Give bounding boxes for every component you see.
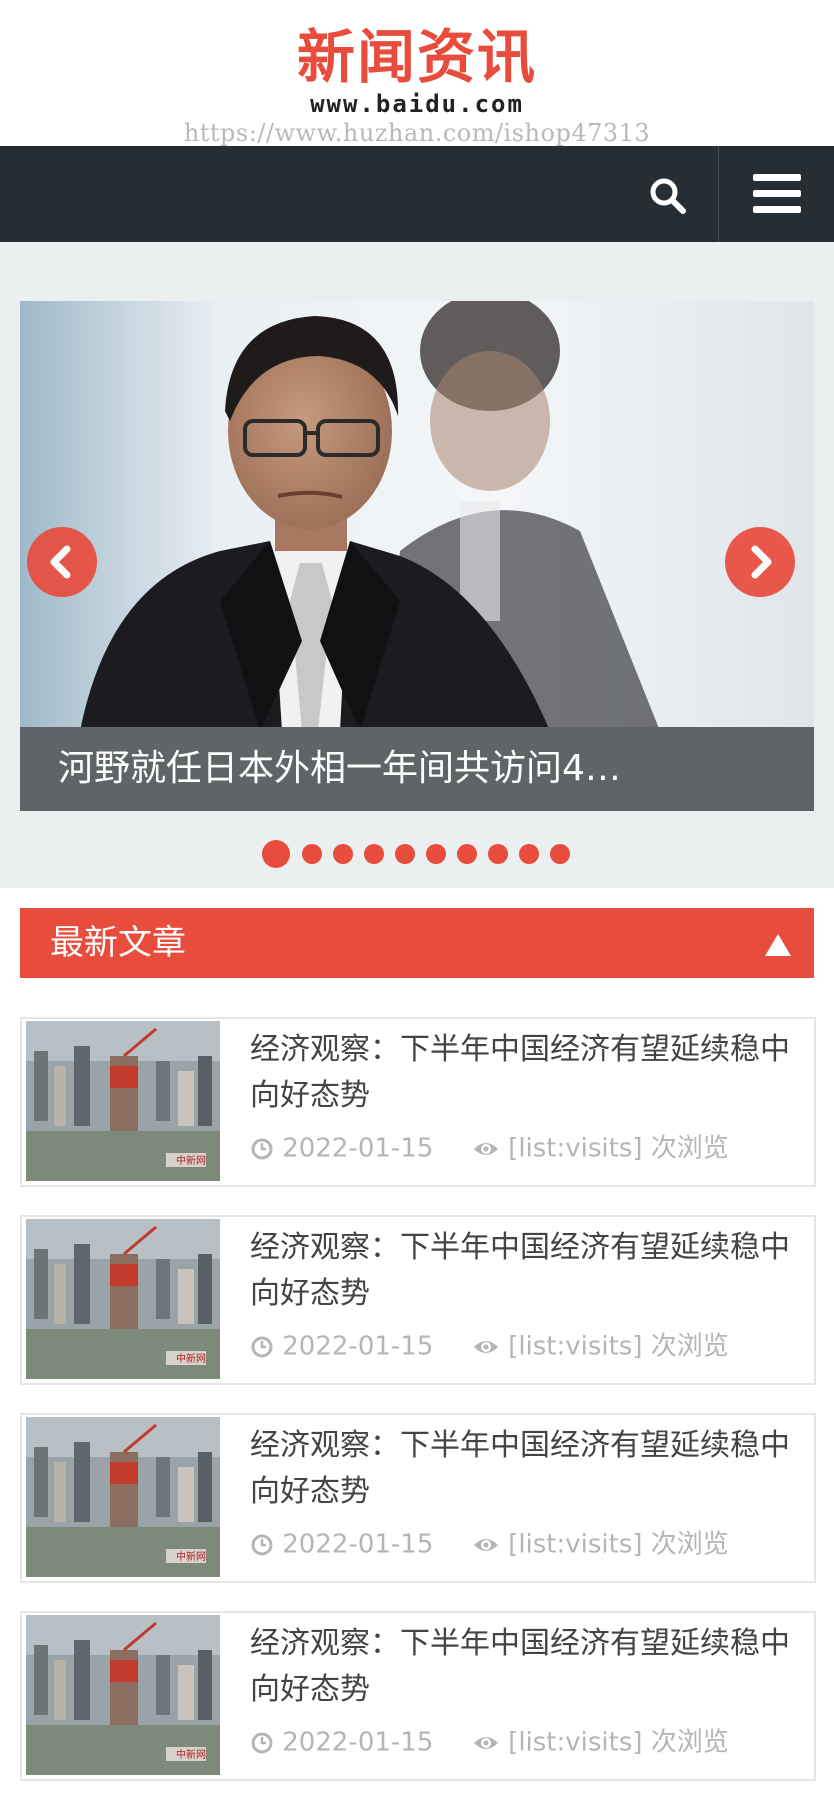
eye-icon bbox=[473, 1142, 498, 1155]
article-meta: 2022-01-15 [list:visits] 次浏览 bbox=[250, 1725, 729, 1760]
eye-icon bbox=[473, 1736, 498, 1749]
article-item[interactable]: 中新网 经济观察：下半年中国经济有望延续稳中向好态势 2022-01-15 [l… bbox=[20, 1215, 816, 1385]
article-meta: 2022-01-15 [list:visits] 次浏览 bbox=[250, 1329, 729, 1364]
site-logo-domain: www.baidu.com bbox=[310, 90, 524, 118]
clock-icon bbox=[251, 1534, 273, 1555]
article-title[interactable]: 经济观察：下半年中国经济有望延续稳中向好态势 bbox=[250, 1225, 790, 1317]
search-icon bbox=[650, 178, 686, 214]
clock-icon bbox=[251, 1138, 273, 1159]
article-title[interactable]: 经济观察：下半年中国经济有望延续稳中向好态势 bbox=[250, 1423, 790, 1515]
eye-icon bbox=[473, 1340, 498, 1353]
watermark-url: https://www.huzhan.com/ishop47313 bbox=[183, 119, 651, 147]
slide-photo bbox=[20, 301, 814, 731]
carousel-dot[interactable] bbox=[550, 844, 570, 864]
carousel-dot[interactable] bbox=[364, 844, 384, 864]
section-title: 最新文章 bbox=[50, 923, 186, 963]
article-visits: [list:visits] 次浏览 bbox=[508, 1529, 729, 1560]
svg-text:中新网: 中新网 bbox=[176, 1748, 206, 1761]
carousel-prev-button[interactable] bbox=[27, 527, 97, 597]
carousel-dot[interactable] bbox=[395, 844, 415, 864]
article-meta: 2022-01-15 [list:visits] 次浏览 bbox=[250, 1527, 729, 1562]
svg-text:中新网: 中新网 bbox=[176, 1154, 206, 1167]
carousel-next-button[interactable] bbox=[725, 527, 795, 597]
carousel-slide[interactable]: 河野就任日本外相一年间共访问4… bbox=[20, 301, 814, 811]
article-title[interactable]: 经济观察：下半年中国经济有望延续稳中向好态势 bbox=[250, 1621, 790, 1713]
article-thumbnail: 中新网 bbox=[26, 1021, 220, 1181]
carousel-dot[interactable] bbox=[302, 844, 322, 864]
slide-caption[interactable]: 河野就任日本外相一年间共访问4… bbox=[58, 747, 778, 791]
carousel-dot[interactable] bbox=[488, 844, 508, 864]
carousel-dot[interactable] bbox=[519, 844, 539, 864]
article-date: 2022-01-15 bbox=[282, 1331, 434, 1362]
chevron-right-icon bbox=[751, 545, 772, 579]
article-item[interactable]: 中新网 经济观察：下半年中国经济有望延续稳中向好态势 2022-01-15 [l… bbox=[20, 1413, 816, 1583]
search-button[interactable] bbox=[616, 146, 718, 242]
carousel-dot[interactable] bbox=[426, 844, 446, 864]
article-item[interactable]: 中新网 经济观察：下半年中国经济有望延续稳中向好态势 2022-01-15 [l… bbox=[20, 1017, 816, 1187]
top-navbar bbox=[0, 146, 834, 242]
article-meta: 2022-01-15 [list:visits] 次浏览 bbox=[250, 1131, 729, 1166]
article-title[interactable]: 经济观察：下半年中国经济有望延续稳中向好态势 bbox=[250, 1027, 790, 1119]
carousel-dot[interactable] bbox=[262, 840, 290, 868]
chevron-left-icon bbox=[50, 545, 71, 579]
article-date: 2022-01-15 bbox=[282, 1529, 434, 1560]
article-thumbnail: 中新网 bbox=[26, 1417, 220, 1577]
triangle-up-icon bbox=[765, 934, 791, 956]
collapse-toggle-button[interactable] bbox=[758, 928, 798, 960]
article-date: 2022-01-15 bbox=[282, 1727, 434, 1758]
clock-icon bbox=[251, 1732, 273, 1753]
slide-caption-bar: 河野就任日本外相一年间共访问4… bbox=[20, 727, 814, 811]
svg-text:中新网: 中新网 bbox=[176, 1550, 206, 1563]
carousel-dot[interactable] bbox=[457, 844, 477, 864]
site-logo-title[interactable]: 新闻资讯 bbox=[0, 24, 834, 90]
article-thumbnail: 中新网 bbox=[26, 1615, 220, 1775]
article-visits: [list:visits] 次浏览 bbox=[508, 1727, 729, 1758]
carousel-pagination bbox=[262, 840, 582, 870]
article-thumbnail: 中新网 bbox=[26, 1219, 220, 1379]
menu-button[interactable] bbox=[719, 146, 834, 242]
eye-icon bbox=[473, 1538, 498, 1551]
article-date: 2022-01-15 bbox=[282, 1133, 434, 1164]
article-visits: [list:visits] 次浏览 bbox=[508, 1133, 729, 1164]
article-visits: [list:visits] 次浏览 bbox=[508, 1331, 729, 1362]
clock-icon bbox=[251, 1336, 273, 1357]
svg-text:中新网: 中新网 bbox=[176, 1352, 206, 1365]
site-header: 新闻资讯 www.baidu.com https://www.huzhan.co… bbox=[0, 0, 834, 146]
latest-articles-header: 最新文章 bbox=[20, 908, 814, 978]
carousel-dot[interactable] bbox=[333, 844, 353, 864]
article-item[interactable]: 中新网 经济观察：下半年中国经济有望延续稳中向好态势 2022-01-15 [l… bbox=[20, 1611, 816, 1781]
